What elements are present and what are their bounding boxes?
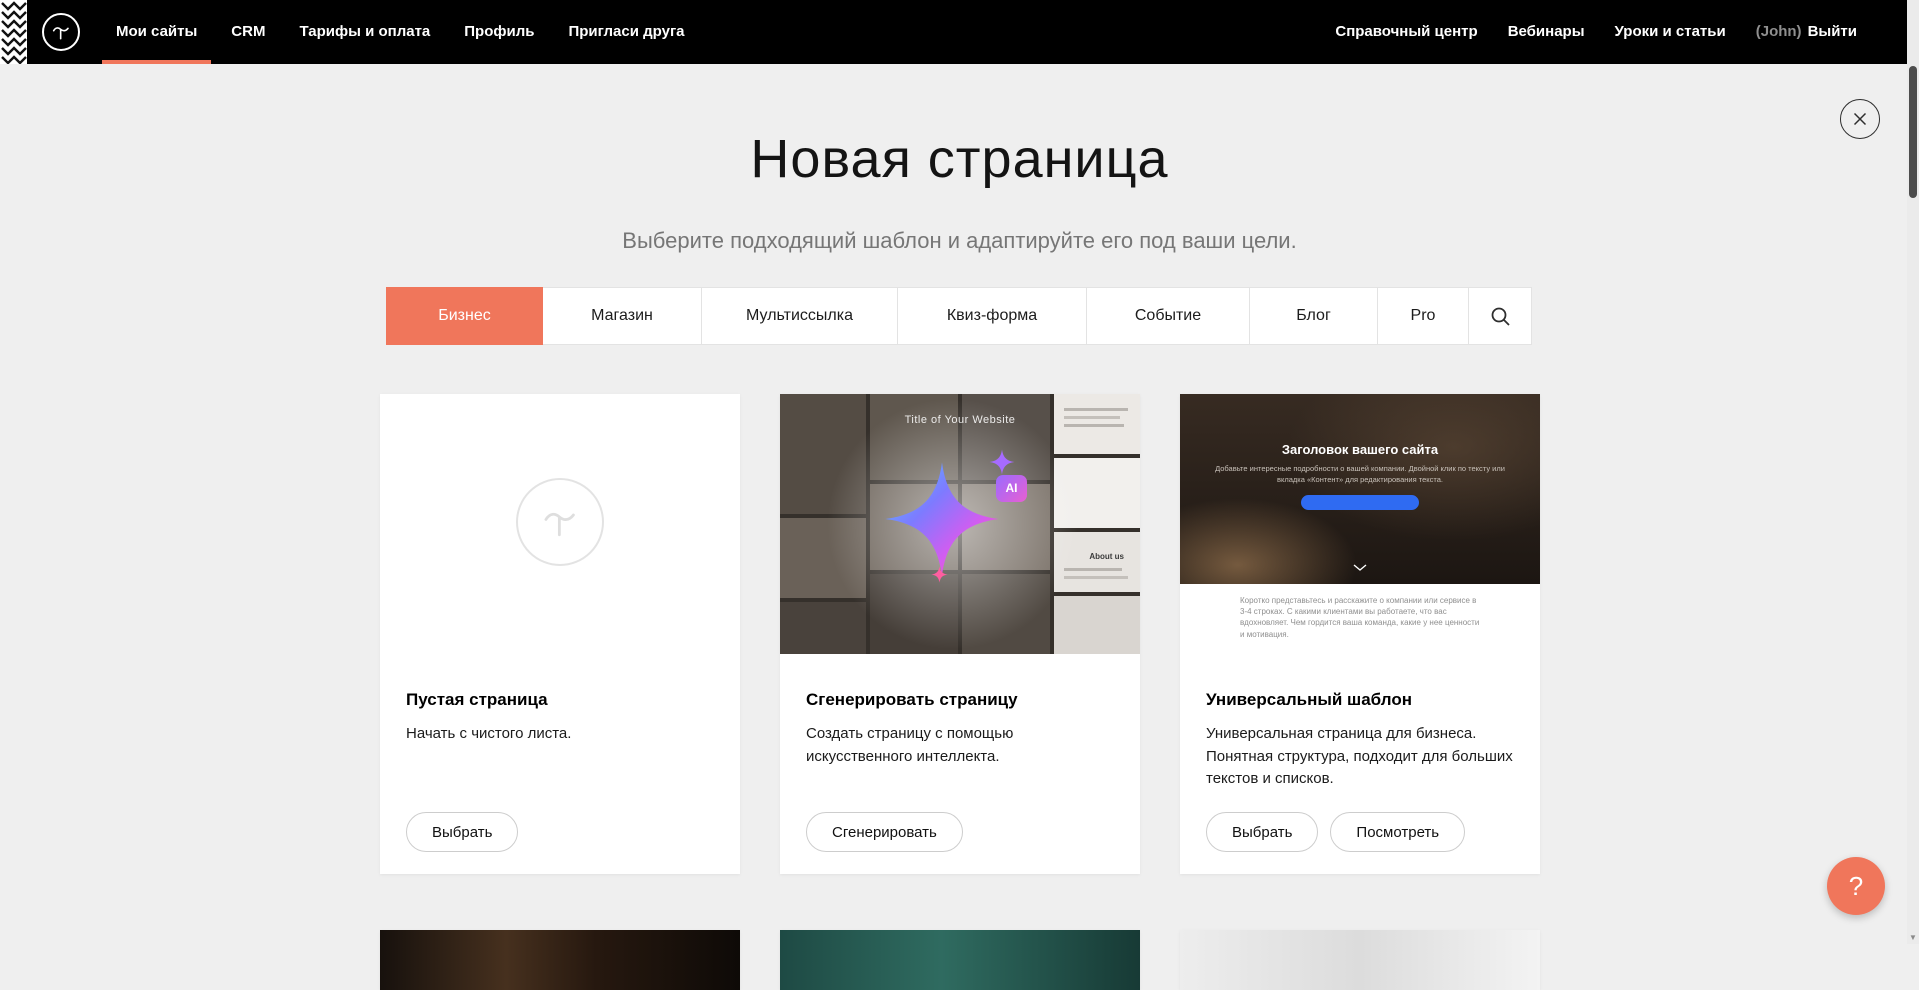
preview-body-section: Коротко представьтесь и расскажите о ком… — [1180, 584, 1540, 654]
preview-site-subtitle: Добавьте интересные подробности о вашей … — [1212, 464, 1507, 485]
card-description: Универсальная страница для бизнеса. Поня… — [1206, 723, 1514, 791]
nav-item-pricing[interactable]: Тарифы и оплата — [299, 0, 430, 64]
tilda-logo[interactable] — [42, 13, 80, 51]
tab-event[interactable]: Событие — [1086, 287, 1250, 345]
card-blank-page: Пустая страница Начать с чистого листа. … — [380, 394, 740, 874]
select-button[interactable]: Выбрать — [1206, 812, 1318, 852]
scrollbar-thumb[interactable] — [1909, 66, 1917, 198]
nav-item-crm[interactable]: CRM — [231, 0, 265, 64]
ai-badge: AI — [996, 475, 1027, 502]
template-category-tabs: Бизнес Магазин Мультиссылка Квиз-форма С… — [386, 287, 1532, 345]
card-description: Создать страницу с помощью искусственног… — [806, 723, 1114, 768]
close-icon — [1852, 111, 1868, 127]
tilda-watermark-icon — [516, 478, 604, 566]
preview-hero-section: Заголовок вашего сайта Добавьте интересн… — [1180, 394, 1540, 584]
tab-multilink[interactable]: Мультиссылка — [701, 287, 898, 345]
tab-search[interactable] — [1468, 287, 1532, 345]
template-cards-row2 — [380, 930, 1540, 990]
nav-item-help-center[interactable]: Справочный центр — [1335, 0, 1477, 64]
tab-quiz-form[interactable]: Квиз-форма — [897, 287, 1087, 345]
ai-sparkle-tiny-icon — [931, 566, 948, 583]
top-navbar: Мои сайты CRM Тарифы и оплата Профиль Пр… — [0, 0, 1907, 64]
generate-button[interactable]: Сгенерировать — [806, 812, 963, 852]
card-title: Сгенерировать страницу — [806, 690, 1114, 710]
template-card-partial[interactable] — [780, 930, 1140, 990]
preview-button[interactable]: Посмотреть — [1330, 812, 1465, 852]
card-description: Начать с чистого листа. — [406, 723, 714, 746]
nav-item-invite-friend[interactable]: Пригласи друга — [568, 0, 684, 64]
nav-item-my-sites[interactable]: Мои сайты — [116, 0, 197, 64]
preview-site-title: Заголовок вашего сайта — [1282, 442, 1438, 457]
close-button[interactable] — [1840, 99, 1880, 139]
preview-site-title: Title of Your Website — [780, 414, 1140, 426]
nav-item-webinars[interactable]: Вебинары — [1508, 0, 1585, 64]
template-card-partial[interactable] — [380, 930, 740, 990]
user-logout[interactable]: (John) Выйти — [1756, 0, 1857, 64]
preview-body-text: Коротко представьтесь и расскажите о ком… — [1240, 595, 1480, 640]
card-title: Универсальный шаблон — [1206, 690, 1514, 710]
nav-item-profile[interactable]: Профиль — [464, 0, 534, 64]
card-generate-page: Title of Your Website About us — [780, 394, 1140, 874]
select-button[interactable]: Выбрать — [406, 812, 518, 852]
navbar-right-menu: Справочный центр Вебинары Уроки и статьи… — [1335, 0, 1857, 64]
tab-shop[interactable]: Магазин — [542, 287, 702, 345]
tab-blog[interactable]: Блог — [1249, 287, 1378, 345]
user-name: (John) — [1756, 0, 1802, 64]
tab-pro[interactable]: Pro — [1377, 287, 1469, 345]
card-universal-template: Заголовок вашего сайта Добавьте интересн… — [1180, 394, 1540, 874]
scrollbar-down-arrow-icon[interactable]: ▼ — [1907, 933, 1919, 942]
template-card-partial[interactable] — [1180, 930, 1540, 990]
ai-preview-image: Title of Your Website About us — [780, 394, 1140, 654]
search-icon — [1490, 306, 1511, 327]
navbar-left-menu: Мои сайты CRM Тарифы и оплата Профиль Пр… — [116, 0, 685, 64]
vertical-scrollbar[interactable]: ▼ — [1907, 0, 1919, 944]
zigzag-decoration-icon — [0, 0, 27, 64]
chevron-down-icon — [1352, 559, 1368, 577]
tab-business[interactable]: Бизнес — [386, 287, 543, 345]
page-subtitle: Выберите подходящий шаблон и адаптируйте… — [0, 228, 1919, 254]
card-title: Пустая страница — [406, 690, 714, 710]
ai-sparkle-small-icon — [989, 449, 1015, 475]
template-cards-grid: Пустая страница Начать с чистого листа. … — [380, 394, 1540, 874]
help-button[interactable]: ? — [1827, 857, 1885, 915]
page-title: Новая страница — [0, 128, 1919, 190]
preview-cta-button — [1301, 495, 1419, 510]
preview-about-label: About us — [1089, 552, 1124, 561]
ai-sparkle-icon — [883, 460, 1001, 578]
nav-item-lessons[interactable]: Уроки и статьи — [1615, 0, 1726, 64]
logout-link[interactable]: Выйти — [1808, 0, 1857, 64]
template-preview-image: Заголовок вашего сайта Добавьте интересн… — [1180, 394, 1540, 654]
